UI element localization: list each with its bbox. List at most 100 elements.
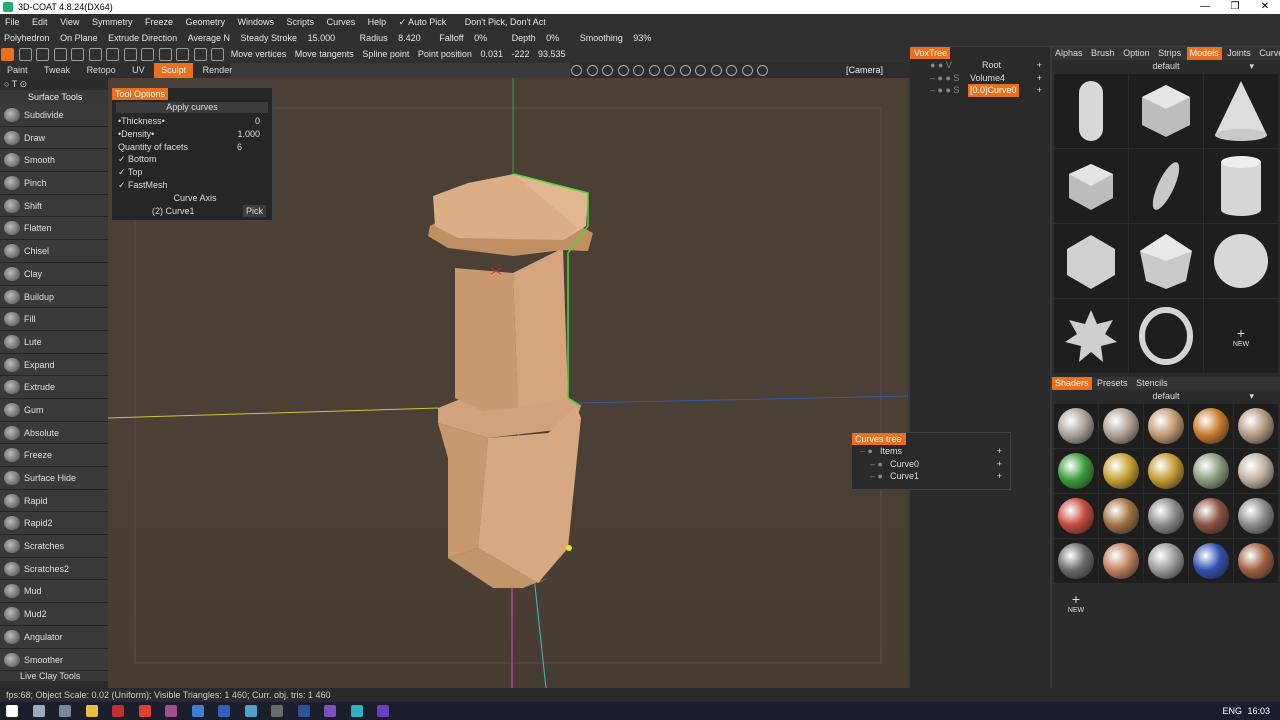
tool-lute[interactable]: Lute (0, 330, 108, 354)
gear-tool-icon[interactable] (141, 48, 155, 61)
tool-angulator[interactable]: Angulator (0, 625, 108, 649)
app-icon[interactable] (244, 705, 257, 717)
tool-mud2[interactable]: Mud2 (0, 603, 108, 626)
close-icon[interactable]: ✕ (1250, 0, 1280, 14)
model-torus[interactable] (1129, 299, 1203, 373)
tool-clay[interactable]: Clay (0, 262, 108, 286)
chrome-icon[interactable] (138, 705, 151, 717)
thickness-row[interactable]: •Thickness• 0 (112, 115, 272, 128)
smoothing-value[interactable]: 93% (629, 30, 655, 46)
tool-rapid2[interactable]: Rapid2 (0, 512, 108, 536)
pattern-tool-icon[interactable] (158, 48, 172, 61)
opera-icon[interactable] (112, 705, 125, 717)
eye-icon[interactable]: – ● ● S (930, 72, 959, 85)
live-clay-header[interactable]: Live Clay Tools (0, 671, 108, 682)
shader-swatch[interactable] (1054, 449, 1098, 493)
spline-point-dropdown[interactable]: Spline point (359, 46, 412, 63)
voxtree-title[interactable]: VoxTree (910, 47, 950, 59)
tool-draw[interactable]: Draw (0, 126, 108, 150)
eye-icon[interactable]: – ● (870, 458, 883, 471)
tool-buildup[interactable]: Buildup (0, 285, 108, 309)
polygon-tool-icon[interactable] (71, 48, 85, 61)
tool-chisel[interactable]: Chisel (0, 240, 108, 263)
apply-curves-button[interactable]: Apply curves (116, 102, 268, 113)
tool-expand[interactable]: Expand (0, 353, 108, 377)
star-tool-icon[interactable] (123, 48, 137, 61)
point-x-value[interactable]: 0.031 (477, 46, 506, 63)
tool-scratches2[interactable]: Scratches2 (0, 557, 108, 581)
tab-curves[interactable]: Curves (1256, 47, 1280, 60)
lasso-tool-icon[interactable] (176, 48, 190, 61)
shader-swatch[interactable] (1144, 494, 1188, 538)
tab-models[interactable]: Models (1186, 47, 1222, 60)
curves-tree-curve0[interactable]: – ● Curve0 + (852, 458, 1010, 471)
menu-view[interactable]: View (55, 14, 84, 30)
eye-icon[interactable]: – ● ● S (930, 84, 959, 97)
arrow-tool-icon[interactable] (1, 48, 14, 61)
extrude-direction-dropdown[interactable]: Average N (184, 30, 234, 46)
menu-help[interactable]: Help (363, 14, 392, 30)
menu-file[interactable]: File (0, 14, 25, 30)
minimize-icon[interactable]: — (1190, 0, 1220, 14)
top-checkbox[interactable]: ✓ Top (112, 166, 272, 179)
app-icon[interactable] (165, 705, 178, 717)
tool-rapid[interactable]: Rapid (0, 489, 108, 513)
tool-smoother[interactable]: Smoother (0, 648, 108, 672)
tool-gum[interactable]: Gum (0, 398, 108, 422)
add-icon[interactable]: + (997, 470, 1002, 483)
shader-swatch[interactable] (1144, 404, 1188, 448)
steady-stroke-label[interactable]: Steady Stroke (237, 30, 302, 46)
app-icon[interactable] (271, 705, 284, 717)
shader-swatch[interactable] (1144, 449, 1188, 493)
taskview-icon[interactable] (59, 705, 72, 717)
menu-curves[interactable]: Curves (322, 14, 361, 30)
shader-swatch[interactable] (1099, 539, 1143, 583)
facets-value[interactable]: 6 (237, 141, 242, 154)
models-preset-dropdown[interactable]: default ▾ (1052, 60, 1280, 72)
add-icon[interactable]: + (1037, 72, 1042, 85)
add-icon[interactable]: + (997, 445, 1002, 458)
pick-button[interactable]: Pick (242, 204, 266, 218)
tab-brush[interactable]: Brush (1088, 47, 1118, 60)
grid-tool-icon[interactable] (193, 48, 207, 61)
shader-swatch[interactable] (1234, 494, 1278, 538)
shader-swatch[interactable] (1099, 449, 1143, 493)
room-paint[interactable]: Paint (0, 63, 35, 78)
app-icon[interactable] (218, 705, 231, 717)
light-icon[interactable] (648, 65, 660, 76)
tab-joints[interactable]: Joints (1224, 47, 1254, 60)
bottom-checkbox[interactable]: ✓ Bottom (112, 153, 272, 166)
thickness-value[interactable]: 0 (255, 115, 260, 128)
density-row[interactable]: •Density• 1.000 (112, 128, 272, 141)
shader-swatch[interactable] (1099, 494, 1143, 538)
model-cylinder[interactable] (1204, 149, 1278, 223)
shader-swatch[interactable] (1189, 539, 1233, 583)
app-icon[interactable] (191, 705, 204, 717)
tab-presets[interactable]: Presets (1094, 377, 1131, 390)
circle-tool-icon[interactable] (88, 48, 102, 61)
move-icon[interactable] (679, 65, 691, 76)
tool-options-title[interactable]: Tool Options (112, 88, 168, 100)
model-sphere[interactable] (1204, 224, 1278, 298)
eye-icon[interactable]: ● ● V (930, 59, 952, 72)
fastmesh-checkbox[interactable]: ✓ FastMesh (112, 179, 272, 192)
search-icon[interactable] (32, 705, 45, 717)
tool-extrude[interactable]: Extrude (0, 376, 108, 399)
curve-tool-icon[interactable] (18, 48, 32, 61)
shader-swatch[interactable] (1144, 539, 1188, 583)
shader-preset-dropdown[interactable]: default ▾ (1052, 390, 1280, 402)
shader-swatch[interactable] (1054, 494, 1098, 538)
point-y-value[interactable]: -222 (508, 46, 532, 63)
voxtree-root[interactable]: ● ● V Root + (910, 59, 1050, 72)
move-tangents-toggle[interactable]: Move tangents (292, 46, 357, 63)
primitive-mode[interactable]: Polyhedron (0, 30, 54, 46)
shader-swatch[interactable] (1099, 404, 1143, 448)
point-z-value[interactable]: 93.535 (535, 46, 569, 63)
model-spiky-ball[interactable] (1054, 299, 1128, 373)
depth-value[interactable]: 0% (542, 30, 563, 46)
radius-value[interactable]: 8.420 (394, 30, 425, 46)
camera-dropdown[interactable]: [Camera] (846, 63, 883, 78)
model-cube[interactable] (1129, 74, 1203, 148)
app-icon[interactable] (297, 705, 310, 717)
new-model-button[interactable]: + NEW (1204, 299, 1278, 373)
